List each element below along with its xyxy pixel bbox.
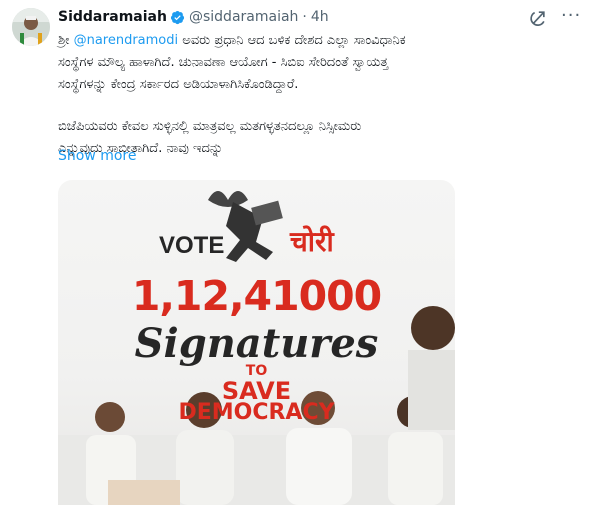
- author-name[interactable]: Siddaramaiah: [58, 9, 167, 25]
- poster-signature-count: 1,12,41000: [131, 272, 382, 320]
- text-suffix: ಅವರು ಪ್ರಧಾನಿ ಆದ ಬಳಿಕ ದೇಶದ ಎಲ್ಲಾ ಸಾಂವಿಧಾನ…: [178, 33, 406, 48]
- poster: VOTE चोरी 1,12,41000 Signatures TO SAVE …: [58, 180, 455, 505]
- grok-icon[interactable]: [528, 8, 548, 28]
- more-options-icon[interactable]: ···: [561, 6, 581, 26]
- tweet-text: ಶ್ರೀ @narendramodi ಅವರು ಪ್ರಧಾನಿ ಆದ ಬಳಿಕ …: [58, 30, 578, 160]
- tweet-text-line: ಸಂಸ್ಥೆಗಳ ಮೌಲ್ಯ ಹಾಳಾಗಿದೆ. ಚುನಾವಣಾ ಆಯೋಗ - …: [58, 55, 389, 70]
- poster-vote-label: VOTE: [159, 232, 225, 259]
- poster-chori-label: चोरी: [290, 225, 334, 258]
- timestamp[interactable]: 4h: [311, 9, 329, 25]
- tweet-media-image[interactable]: VOTE चोरी 1,12,41000 Signatures TO SAVE …: [58, 180, 455, 505]
- author-handle[interactable]: @siddaramaiah: [189, 9, 298, 25]
- tweet-text-line: ಸಂಸ್ಥೆಗಳನ್ನು ಕೇಂದ್ರ ಸರ್ಕಾರದ ಅಡಿಯಾಳಾಗಿಸಿಕ…: [58, 77, 299, 92]
- poster-signatures-label: Signatures: [134, 320, 379, 367]
- separator-dot: ·: [302, 9, 307, 25]
- text-prefix: ಶ್ರೀ: [58, 33, 74, 48]
- mention-link[interactable]: @narendramodi: [74, 33, 179, 48]
- tweet: Siddaramaiah @siddaramaiah · 4h ··· ಶ್ರೀ…: [0, 0, 593, 505]
- tweet-header: Siddaramaiah @siddaramaiah · 4h: [58, 7, 329, 27]
- tweet-text-line: ಬಿಜೆಪಿಯವರು ಕೇವಲ ಸುಳ್ಳಿನಲ್ಲಿ ಮಾತ್ರವಲ್ಲ ಮತ…: [58, 119, 362, 134]
- poster-democracy-label: DEMOCRACY: [178, 400, 335, 425]
- avatar[interactable]: [12, 8, 50, 46]
- tweet-text-line: ಶ್ರೀ @narendramodi ಅವರು ಪ್ರಧಾನಿ ಆದ ಬಳಿಕ …: [58, 30, 578, 52]
- show-more-link[interactable]: Show more: [58, 148, 137, 164]
- verified-badge-icon: [170, 10, 185, 24]
